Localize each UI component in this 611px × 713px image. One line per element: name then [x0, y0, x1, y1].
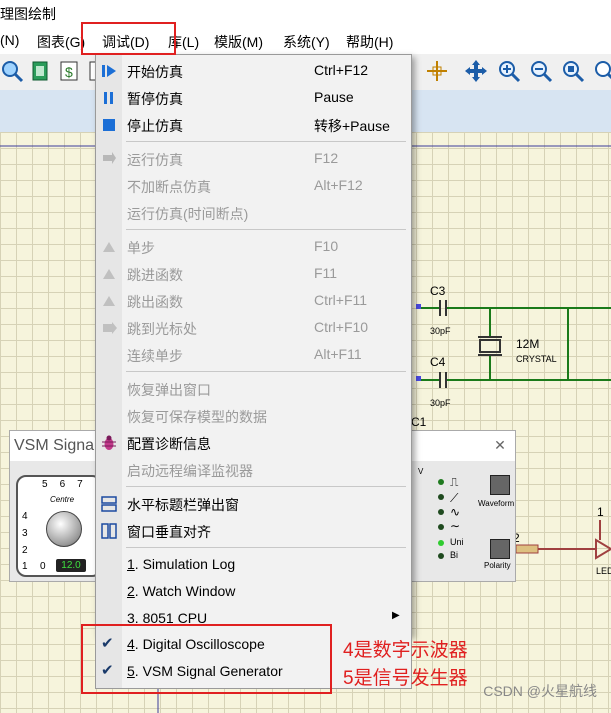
polarity-label: Polarity — [484, 561, 511, 570]
label-c4-value: 30pF — [430, 398, 451, 408]
led-sine — [438, 524, 444, 530]
menu-item-vertical-align[interactable]: 窗口垂直对齐 — [96, 517, 411, 544]
menu-item-run-simulation[interactable]: 运行仿真 F12 — [96, 145, 411, 172]
label-pin-1: 1 — [597, 505, 604, 519]
menu-item-remote-compile-monitor[interactable]: 启动远程编译监视器 — [96, 456, 411, 483]
menu-item-simulation-log[interactable]: 1. Simulation Log — [96, 551, 411, 578]
menu-item-configure-diagnostics[interactable]: 配置诊断信息 — [96, 429, 411, 456]
label-c3-value: 30pF — [430, 326, 451, 336]
dial-mark-1: 1 — [22, 561, 28, 572]
dial-mark-7: 7 — [77, 479, 95, 490]
label-c1: C1 — [411, 415, 427, 429]
waveform-panel: V ⎍ ⟋ ∿ ∼ Uni Bi Waveform Polarity — [410, 461, 514, 581]
step-out-icon — [103, 296, 115, 306]
frequency-knob[interactable] — [46, 511, 82, 547]
menu-item-pause-simulation[interactable]: 暂停仿真 Pause — [96, 84, 411, 111]
menu-item-animate-step[interactable]: 连续单步 Alt+F11 — [96, 341, 411, 368]
menu-item-step-into[interactable]: 跳进函数 F11 — [96, 260, 411, 287]
led-uni — [438, 540, 444, 546]
bug-icon — [102, 435, 116, 450]
run-to-cursor-icon — [103, 322, 117, 334]
led-square — [438, 479, 444, 485]
stop-icon — [103, 119, 115, 131]
menu-item-run-without-breakpoints[interactable]: 不加断点仿真 Alt+F12 — [96, 172, 411, 199]
label-crystal-type: CRYSTAL — [516, 354, 557, 364]
vsm-title: VSM Signal — [14, 437, 98, 454]
v-label: V — [418, 467, 424, 476]
menu-item-step-out[interactable]: 跳出函数 Ctrl+F11 — [96, 287, 411, 314]
menu-separator — [126, 486, 406, 487]
led-bi — [438, 553, 444, 559]
play-icon — [102, 65, 116, 77]
label-crystal-freq: 12M — [516, 337, 540, 351]
menu-item-start-simulation[interactable]: 开始仿真 Ctrl+F12 — [96, 57, 411, 84]
waveform-button[interactable] — [490, 475, 510, 495]
annotation-note-5: 5是信号发生器 — [343, 668, 468, 689]
run-icon — [103, 152, 116, 164]
sine-wave-icon: ∼ — [450, 519, 461, 533]
bi-label: Bi — [450, 550, 459, 560]
dial-mark-5: 5 — [42, 479, 60, 490]
square-wave-icon: ⎍ — [450, 475, 459, 489]
menu-separator — [126, 141, 406, 142]
led-sawtooth — [438, 494, 444, 500]
dial-mark-6: 6 — [59, 479, 78, 490]
menu-item-stop-simulation[interactable]: 停止仿真 转移+Pause — [96, 111, 411, 138]
dial-mark-4: 4 — [22, 511, 28, 522]
step-icon — [103, 242, 115, 252]
dial-mark-0: 0 — [40, 561, 46, 572]
frequency-dial-panel: 567 Centre 4 3 2 1 0 12.0 — [16, 475, 102, 577]
highlight-debug-menu — [81, 22, 176, 55]
submenu-arrow-icon: ▶ — [392, 610, 400, 621]
menu-item-run-time-breakpoint[interactable]: 运行仿真(时间断点) — [96, 199, 411, 226]
pause-icon — [104, 92, 113, 104]
menu-item-restore-popups[interactable]: 恢复弹出窗口 — [96, 375, 411, 402]
menu-item-watch-window[interactable]: 2. Watch Window — [96, 578, 411, 605]
uni-label: Uni — [450, 537, 464, 547]
step-into-icon — [103, 269, 115, 279]
menu-item-run-to-cursor[interactable]: 跳到光标处 Ctrl+F10 — [96, 314, 411, 341]
menu-item-restore-model-data[interactable]: 恢复可保存模型的数据 — [96, 402, 411, 429]
label-led: LED — [596, 566, 611, 576]
menu-separator — [126, 229, 406, 230]
menu-separator — [126, 371, 406, 372]
triangle-wave-icon: ∿ — [450, 505, 461, 519]
tile-vertical-icon — [101, 523, 117, 539]
tile-horizontal-icon — [101, 496, 117, 512]
debug-menu: 开始仿真 Ctrl+F12 暂停仿真 Pause 停止仿真 转移+Pause 运… — [95, 54, 412, 636]
label-c3: C3 — [430, 284, 446, 298]
watermark: CSDN @火星航线 — [483, 683, 597, 699]
menu-item-step[interactable]: 单步 F10 — [96, 233, 411, 260]
sawtooth-wave-icon: ⟋ — [450, 491, 459, 505]
close-icon[interactable]: ✕ — [491, 436, 509, 454]
dial-mark-3: 3 — [22, 528, 28, 539]
polarity-button[interactable] — [490, 539, 510, 559]
menu-separator — [126, 547, 406, 548]
dial-centre-label: Centre — [50, 495, 75, 504]
dial-mark-2: 2 — [22, 545, 28, 556]
waveform-label: Waveform — [478, 499, 515, 508]
annotation-note-4: 4是数字示波器 — [343, 640, 468, 661]
highlight-window-items — [81, 624, 332, 694]
label-c4: C4 — [430, 355, 446, 369]
frequency-readout: 12.0 — [56, 559, 86, 572]
led-triangle — [438, 509, 444, 515]
menu-item-horizontal-popups[interactable]: 水平标题栏弹出窗 — [96, 490, 411, 517]
